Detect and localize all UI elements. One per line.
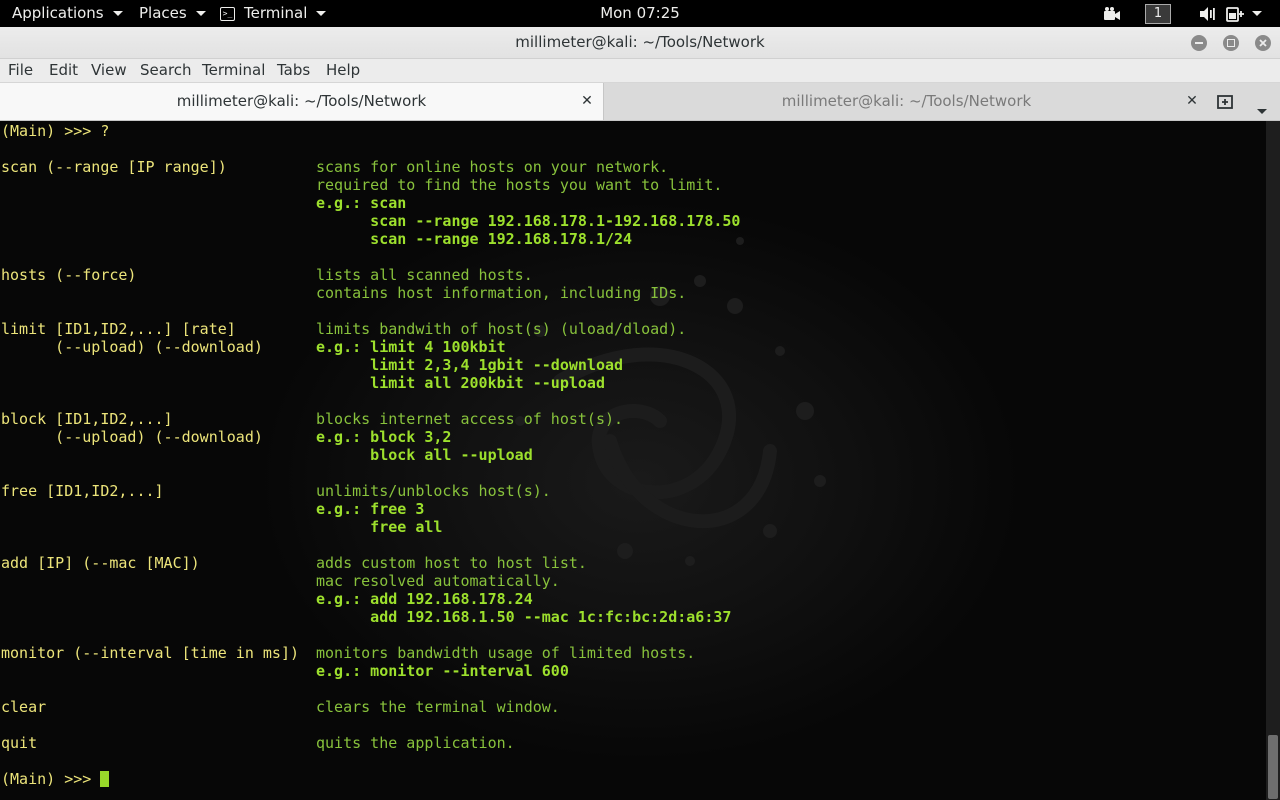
tab-label: millimeter@kali: ~/Tools/Network — [781, 92, 1032, 110]
command-syntax: hosts (--force) — [1, 266, 137, 284]
command-example: e.g.: limit 4 100kbit — [316, 338, 506, 356]
command-description: limits bandwith of host(s) (uload/dload)… — [316, 320, 687, 338]
menu-bar: File Edit View Search Terminal Tabs Help — [0, 59, 1280, 83]
terminal-icon: >_ — [220, 6, 235, 21]
command-description: contains host information, including IDs… — [316, 284, 687, 302]
command-syntax: block [ID1,ID2,...] — [1, 410, 173, 428]
command-example: scan --range 192.168.178.1-192.168.178.5… — [316, 212, 741, 230]
command-syntax: (--upload) (--download) — [1, 428, 263, 446]
chevron-down-icon — [1252, 11, 1262, 16]
top-bar: Applications Places >_ Terminal Mon 07:2… — [0, 0, 1280, 27]
tab-bar: millimeter@kali: ~/Tools/Network ✕ milli… — [0, 83, 1280, 121]
applications-menu[interactable]: Applications — [12, 0, 123, 27]
applications-label: Applications — [12, 4, 104, 22]
maximize-icon — [1227, 39, 1235, 47]
terminal-view[interactable]: (Main) >>> ? scan (--range [IP range]) sc… — [0, 121, 1266, 800]
battery-plug-icon — [1226, 6, 1244, 22]
new-tab-button[interactable] — [1217, 93, 1235, 113]
menu-edit[interactable]: Edit — [49, 59, 78, 82]
prompt-top: (Main) >>> ? — [1, 122, 110, 140]
command-description: monitors bandwidth usage of limited host… — [316, 644, 696, 662]
command-syntax: monitor (--interval [time in ms]) — [1, 644, 300, 662]
command-description: adds custom host to host list. — [316, 554, 587, 572]
menu-view[interactable]: View — [91, 59, 127, 82]
command-syntax: limit [ID1,ID2,...] [rate] — [1, 320, 236, 338]
close-tab-icon[interactable]: ✕ — [579, 83, 595, 120]
scrollbar-thumb[interactable] — [1268, 735, 1278, 799]
command-description: quits the application. — [316, 734, 515, 752]
command-description: clears the terminal window. — [316, 698, 560, 716]
menu-terminal[interactable]: Terminal — [202, 59, 265, 82]
workspace-indicator[interactable]: 1 — [1145, 3, 1171, 24]
maximize-button[interactable] — [1223, 35, 1239, 51]
power-menu[interactable] — [1226, 0, 1262, 27]
places-menu[interactable]: Places — [139, 0, 206, 27]
screenshot-tray-icon[interactable] — [1103, 0, 1121, 27]
prompt-bottom: (Main) >>> — [1, 770, 101, 788]
command-example: e.g.: scan — [316, 194, 407, 212]
command-example: e.g.: add 192.168.178.24 — [316, 590, 533, 608]
menu-search[interactable]: Search — [140, 59, 192, 82]
text-cursor — [100, 771, 109, 787]
command-description: blocks internet access of host(s). — [316, 410, 624, 428]
close-icon — [1259, 39, 1267, 47]
command-syntax: (--upload) (--download) — [1, 338, 263, 356]
command-example: limit 2,3,4 1gbit --download — [316, 356, 624, 374]
terminal-scrollbar[interactable] — [1266, 121, 1280, 800]
command-description: lists all scanned hosts. — [316, 266, 533, 284]
command-syntax: quit — [1, 734, 38, 752]
volume-icon[interactable] — [1199, 0, 1217, 27]
chevron-down-icon — [112, 11, 123, 16]
command-example: free all — [316, 518, 443, 536]
command-example: add 192.168.1.50 --mac 1c:fc:bc:2d:a6:37 — [316, 608, 732, 626]
command-description: scans for online hosts on your network. — [316, 158, 669, 176]
command-syntax: free [ID1,ID2,...] — [1, 482, 164, 500]
window-titlebar[interactable]: millimeter@kali: ~/Tools/Network — [0, 27, 1280, 59]
chevron-down-icon — [195, 11, 206, 16]
menu-file[interactable]: File — [8, 59, 33, 82]
command-example: limit all 200kbit --upload — [316, 374, 605, 392]
terminal-app-menu[interactable]: >_ Terminal — [220, 0, 327, 27]
command-syntax: clear — [1, 698, 47, 716]
command-syntax: scan (--range [IP range]) — [1, 158, 227, 176]
close-tab-icon[interactable]: ✕ — [1184, 83, 1200, 120]
chevron-down-icon — [1257, 109, 1267, 114]
tab-list-button[interactable] — [1257, 99, 1267, 118]
command-description: mac resolved automatically. — [316, 572, 560, 590]
command-example: block all --upload — [316, 446, 533, 464]
menu-help[interactable]: Help — [326, 59, 360, 82]
new-tab-icon — [1217, 95, 1233, 109]
minimize-button[interactable] — [1191, 35, 1207, 51]
window-title: millimeter@kali: ~/Tools/Network — [515, 33, 765, 51]
command-example: scan --range 192.168.178.1/24 — [316, 230, 633, 248]
command-example: e.g.: monitor --interval 600 — [316, 662, 569, 680]
command-example: e.g.: free 3 — [316, 500, 425, 518]
menu-tabs[interactable]: Tabs — [277, 59, 310, 82]
places-label: Places — [139, 4, 187, 22]
tab-terminal-1[interactable]: millimeter@kali: ~/Tools/Network ✕ — [0, 83, 604, 120]
close-window-button[interactable] — [1255, 35, 1271, 51]
tab-terminal-2[interactable]: millimeter@kali: ~/Tools/Network ✕ — [604, 83, 1209, 120]
command-description: required to find the hosts you want to l… — [316, 176, 723, 194]
command-syntax: add [IP] (--mac [MAC]) — [1, 554, 200, 572]
terminal-app-label: Terminal — [244, 4, 308, 22]
tab-label: millimeter@kali: ~/Tools/Network — [176, 92, 427, 110]
chevron-down-icon — [316, 11, 327, 16]
minimize-icon — [1195, 42, 1203, 44]
video-camera-icon — [1104, 6, 1120, 20]
command-example: e.g.: block 3,2 — [316, 428, 452, 446]
command-description: unlimits/unblocks host(s). — [316, 482, 551, 500]
